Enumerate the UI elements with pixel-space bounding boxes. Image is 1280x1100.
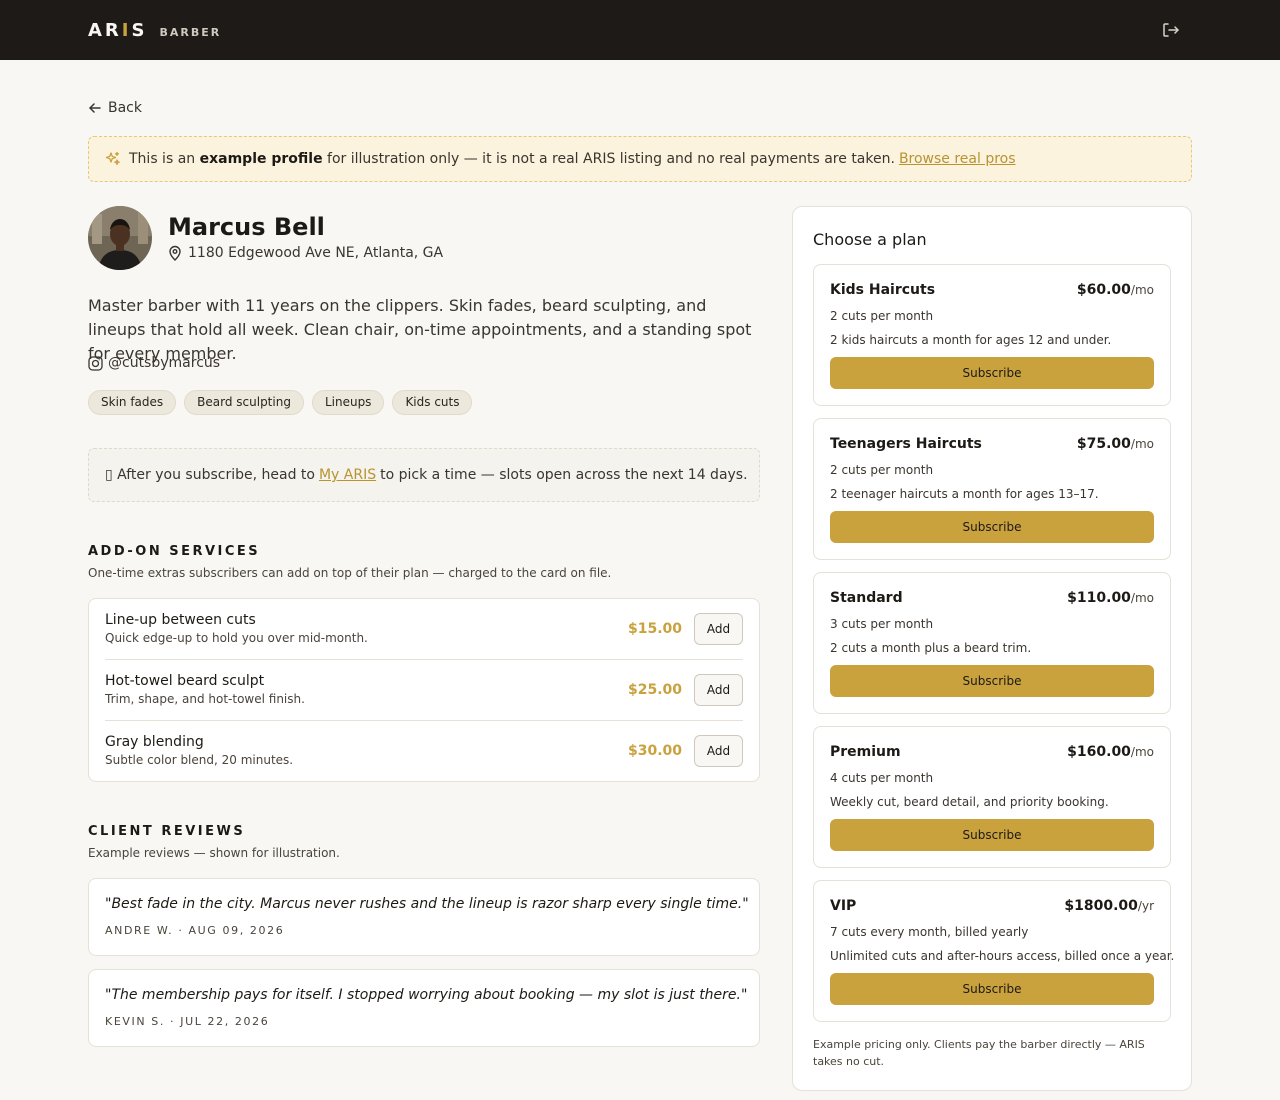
brand[interactable]: ARIS BARBER (88, 20, 221, 41)
plan-price: $75.00/mo (1076, 436, 1154, 452)
add-button[interactable]: Add (694, 613, 743, 645)
review-quote: "Best fade in the city. Marcus never rus… (105, 896, 749, 912)
add-button[interactable]: Add (694, 674, 743, 706)
plan-cuts: 2 cuts per month (830, 309, 934, 323)
plan-desc: 2 kids haircuts a month for ages 12 and … (830, 333, 1112, 347)
addons-subheading: One-time extras subscribers can add on t… (88, 566, 612, 580)
callout-text-pre: After you subscribe, head to (117, 467, 315, 483)
brand-tagline: BARBER (159, 26, 222, 39)
callout-text-post: to pick a time — slots open across the n… (380, 467, 748, 483)
plans-panel: Choose a plan Kids Haircuts $60.00/mo 2 … (792, 206, 1192, 1091)
back-label: Back (108, 100, 142, 116)
addon-desc: Quick edge-up to hold you over mid-month… (105, 631, 368, 645)
instagram-icon (88, 355, 103, 371)
logout-icon[interactable] (1160, 20, 1182, 40)
plan-desc: Unlimited cuts and after-hours access, b… (830, 949, 1175, 963)
my-aris-link[interactable]: My ARIS (319, 467, 376, 483)
tag: Skin fades (88, 390, 177, 415)
add-button[interactable]: Add (694, 735, 743, 767)
addons-list: Line-up between cuts Quick edge-up to ho… (88, 598, 760, 782)
addon-row: Gray blending Subtle color blend, 20 min… (105, 721, 743, 782)
instagram-text: @cutsbymarcus (108, 355, 221, 371)
subscribe-button[interactable]: Subscribe (830, 973, 1154, 1005)
plan-desc: Weekly cut, beard detail, and priority b… (830, 795, 1109, 809)
review-meta: ANDRE W. · AUG 09, 2026 (105, 924, 285, 937)
notice-text-pre: This is an (129, 151, 196, 167)
booking-callout: ▯ After you subscribe, head to My ARIS t… (88, 448, 760, 502)
addon-row: Line-up between cuts Quick edge-up to ho… (105, 599, 743, 660)
plan-name: Teenagers Haircuts (830, 436, 982, 452)
addon-desc: Trim, shape, and hot-towel finish. (105, 692, 305, 706)
browse-real-pros-link[interactable]: Browse real pros (899, 151, 1016, 167)
subscribe-button[interactable]: Subscribe (830, 665, 1154, 697)
review-meta: KEVIN S. · JUL 22, 2026 (105, 1015, 270, 1028)
plan-name: Premium (830, 744, 901, 760)
plan-card: Teenagers Haircuts $75.00/mo 2 cuts per … (813, 418, 1171, 560)
review-card: "Best fade in the city. Marcus never rus… (88, 878, 760, 956)
notice-text-post: for illustration only — it is not a real… (327, 151, 895, 167)
profile-address: 1180 Edgewood Ave NE, Atlanta, GA (168, 245, 443, 261)
tag: Lineups (311, 390, 385, 415)
plans-footnote: Example pricing only. Clients pay the ba… (813, 1038, 1145, 1068)
calendar-icon: ▯ (105, 467, 113, 483)
back-link[interactable]: Back (88, 100, 142, 116)
addon-price: $15.00 (627, 621, 682, 637)
subscribe-button[interactable]: Subscribe (830, 819, 1154, 851)
tag: Beard sculpting (184, 390, 304, 415)
plan-card: Standard $110.00/mo 3 cuts per month 2 c… (813, 572, 1171, 714)
addon-desc: Subtle color blend, 20 minutes. (105, 753, 294, 767)
brand-logo: ARIS (88, 20, 148, 41)
plan-price: $160.00/mo (1067, 744, 1154, 760)
plan-price: $1800.00/yr (1064, 898, 1154, 914)
arrow-left-icon (89, 103, 101, 113)
plan-price: $110.00/mo (1067, 590, 1154, 606)
plan-card: VIP $1800.00/yr 7 cuts every month, bill… (813, 880, 1175, 1022)
tag: Kids cuts (392, 390, 473, 415)
addon-name: Hot-towel beard sculpt (105, 673, 265, 689)
avatar (88, 206, 152, 270)
reviews-subheading: Example reviews — shown for illustration… (88, 846, 340, 860)
example-notice: This is an example profile for illustrat… (88, 136, 1192, 182)
sparkle-icon (105, 151, 120, 166)
addon-name: Line-up between cuts (105, 612, 256, 628)
plan-cuts: 4 cuts per month (830, 771, 934, 785)
addon-price: $30.00 (627, 743, 682, 759)
plan-name: Standard (830, 590, 903, 606)
addon-name: Gray blending (105, 734, 204, 750)
subscribe-button[interactable]: Subscribe (830, 357, 1154, 389)
plan-price: $60.00/mo (1076, 282, 1154, 298)
plan-name: Kids Haircuts (830, 282, 936, 298)
plans-title: Choose a plan (813, 230, 927, 249)
review-card: "The membership pays for itself. I stopp… (88, 969, 760, 1047)
plan-desc: 2 cuts a month plus a beard trim. (830, 641, 1032, 655)
addons-heading: ADD-ON SERVICES (88, 544, 261, 559)
notice-text-bold: example profile (199, 151, 323, 167)
plan-desc: 2 teenager haircuts a month for ages 13–… (830, 487, 1099, 501)
plan-name: VIP (830, 898, 857, 914)
review-quote: "The membership pays for itself. I stopp… (105, 987, 748, 1003)
specialty-tags: Skin fades Beard sculpting Lineups Kids … (88, 390, 473, 415)
address-text: 1180 Edgewood Ave NE, Atlanta, GA (188, 245, 444, 261)
plan-cuts: 3 cuts per month (830, 617, 934, 631)
profile-name: Marcus Bell (168, 213, 325, 241)
plan-cuts: 2 cuts per month (830, 463, 934, 477)
plan-cuts: 7 cuts every month, billed yearly (830, 925, 1029, 939)
instagram-handle[interactable]: @cutsbymarcus (88, 355, 220, 371)
addon-price: $25.00 (627, 682, 682, 698)
reviews-heading: CLIENT REVIEWS (88, 824, 246, 839)
addon-row: Hot-towel beard sculpt Trim, shape, and … (105, 660, 743, 721)
subscribe-button[interactable]: Subscribe (830, 511, 1154, 543)
plan-card: Premium $160.00/mo 4 cuts per month Week… (813, 726, 1171, 868)
top-bar: ARIS BARBER (0, 0, 1280, 60)
location-pin-icon (169, 245, 181, 261)
plan-card: Kids Haircuts $60.00/mo 2 cuts per month… (813, 264, 1171, 406)
